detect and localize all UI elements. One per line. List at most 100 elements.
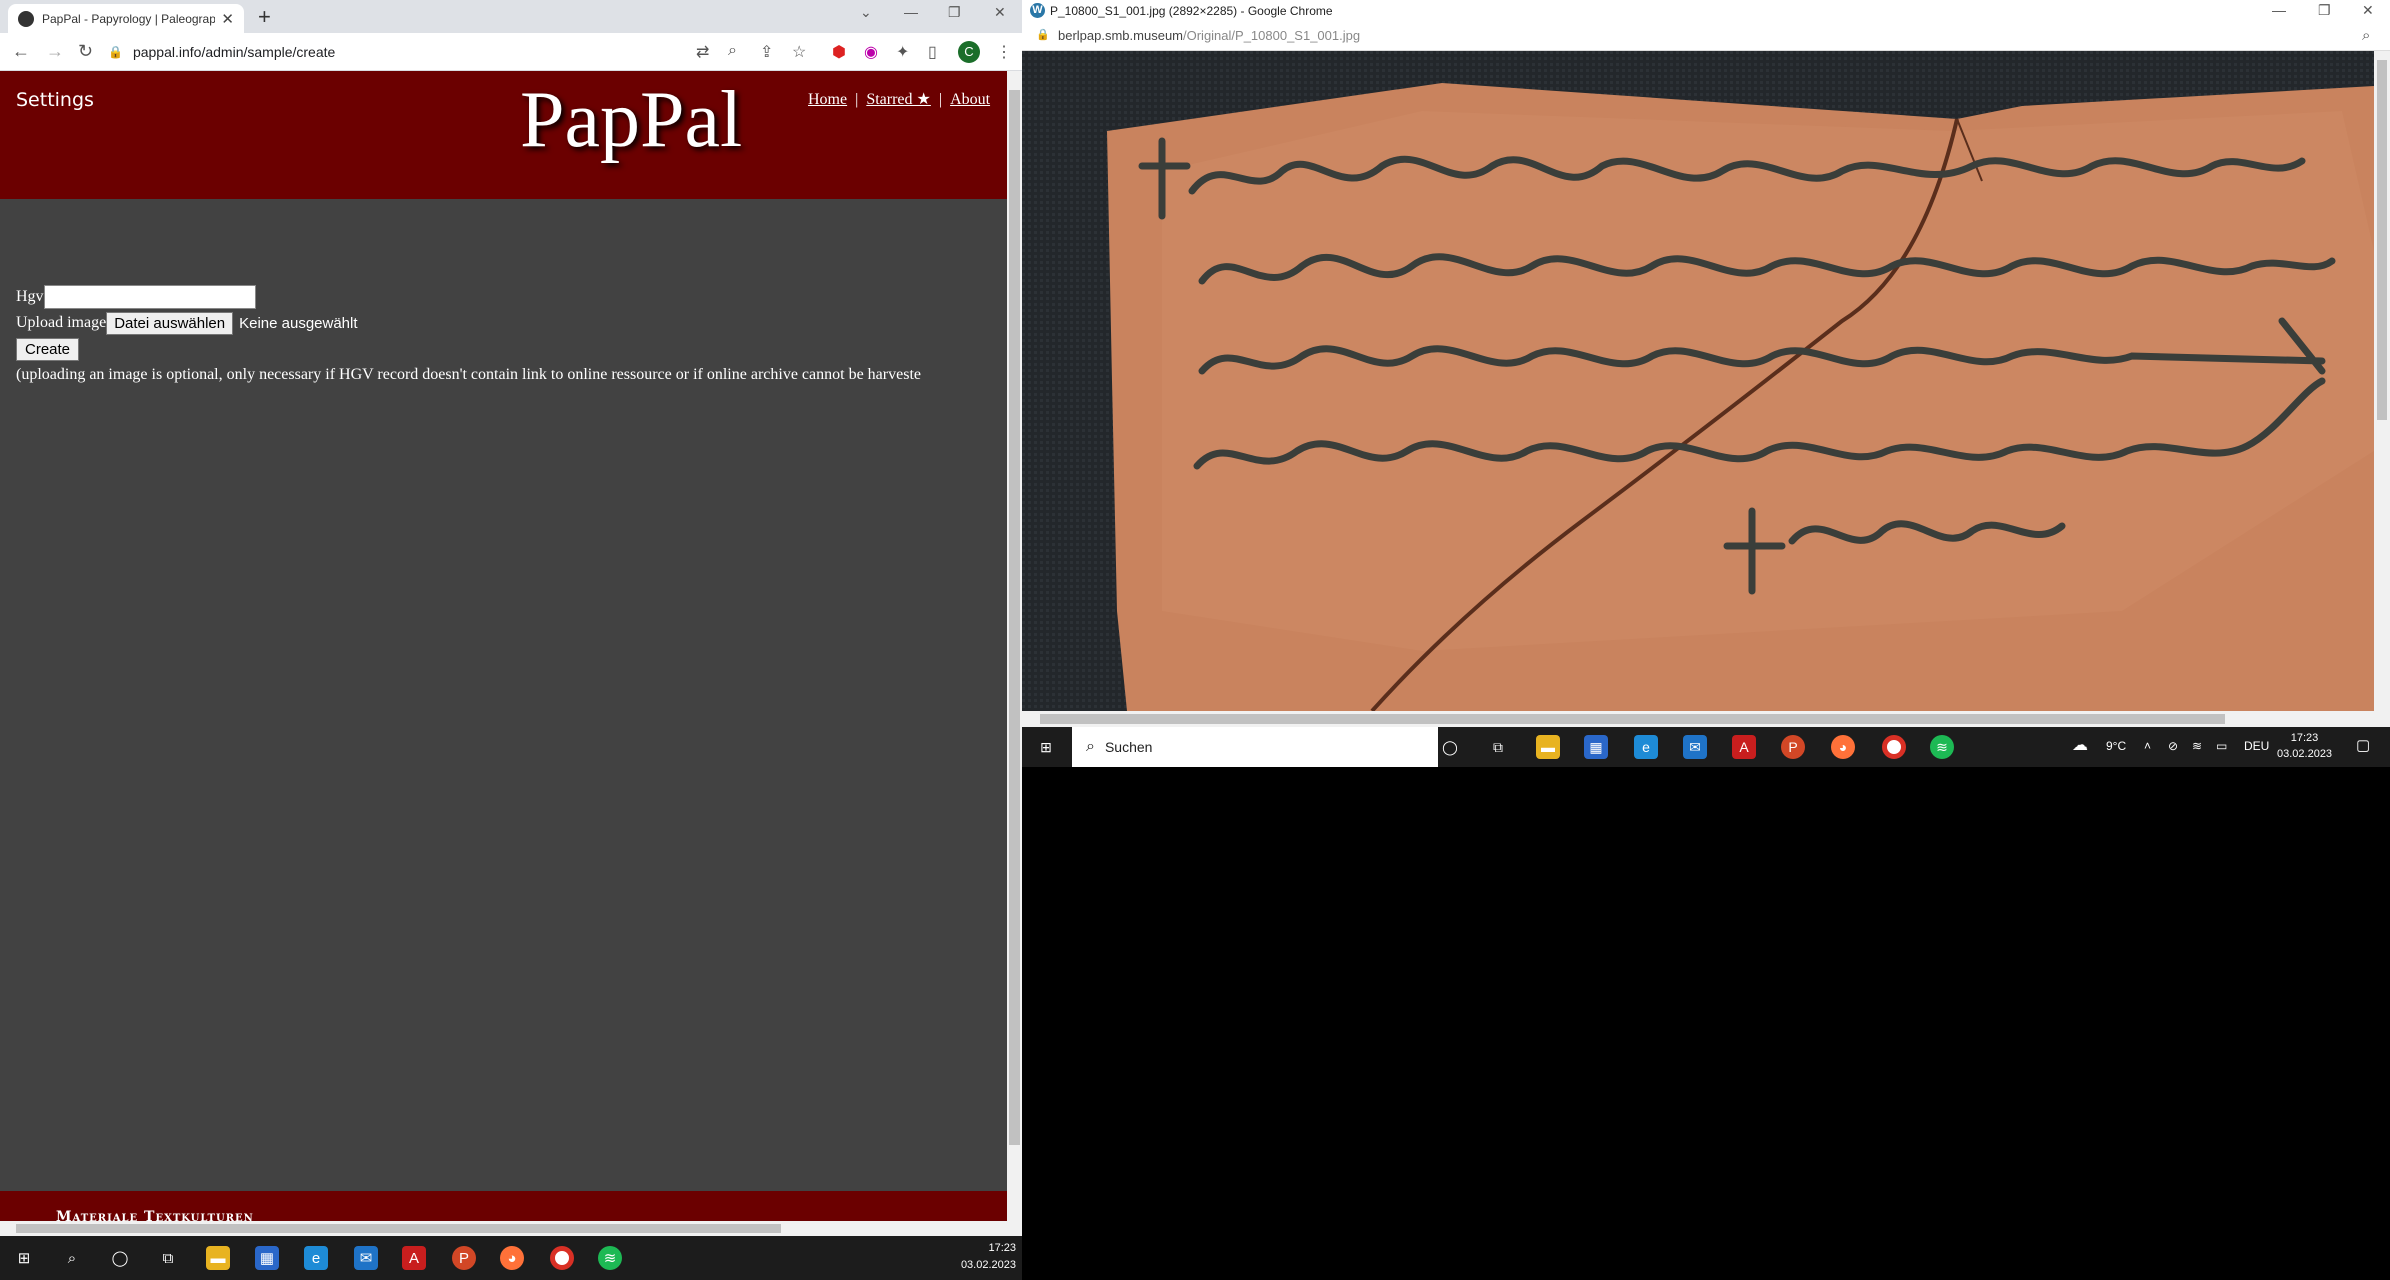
store-icon[interactable]: ▦ <box>255 1246 279 1270</box>
hgv-label: Hgv <box>16 288 44 305</box>
file-status-text: Keine ausgewählt <box>239 314 358 332</box>
mail-icon[interactable]: ✉ <box>354 1246 378 1270</box>
reload-icon[interactable]: ↻ <box>78 41 93 62</box>
extension-purple-icon[interactable]: ◉ <box>864 42 878 62</box>
right-minimize-icon[interactable]: — <box>2272 2 2286 18</box>
share-icon[interactable]: ⇪ <box>760 42 773 62</box>
create-sample-form: Hgv Upload image Datei auswählen Keine a… <box>16 216 921 384</box>
right-spotify-icon[interactable]: ≋ <box>1930 735 1954 759</box>
edge-icon[interactable]: e <box>304 1246 328 1270</box>
taskbar-clock[interactable]: 17:23 03.02.2023 <box>961 1240 1016 1274</box>
taskbar-search-icon: ⌕ <box>1086 738 1095 755</box>
weather-temp[interactable]: 9°C <box>2106 739 2126 753</box>
clock-date: 03.02.2023 <box>960 1259 1016 1271</box>
vertical-scroll-thumb[interactable] <box>1009 90 1020 1145</box>
tray-wifi-icon[interactable]: ≋ <box>2192 739 2202 753</box>
upload-image-label: Upload image <box>16 314 107 331</box>
hgv-input[interactable] <box>43 285 256 309</box>
profile-avatar[interactable]: C <box>958 41 980 63</box>
right-windows-start-icon[interactable]: ⊞ <box>1034 735 1058 759</box>
right-vertical-scroll-thumb[interactable] <box>2377 60 2387 420</box>
right-restore-icon[interactable]: ❐ <box>2318 2 2331 19</box>
spotify-icon[interactable]: ≋ <box>598 1246 622 1270</box>
right-firefox-icon[interactable]: ◕ <box>1831 735 1855 759</box>
notification-icon[interactable]: ▢ <box>2356 736 2370 754</box>
side-panel-icon[interactable]: ▯ <box>928 42 937 62</box>
right-window-titlebar: W P_10800_S1_001.jpg (2892×2285) - Googl… <box>1022 0 2390 22</box>
nav-about-link[interactable]: About <box>950 91 990 108</box>
settings-link[interactable]: Settings <box>16 89 94 111</box>
taskbar-search-box[interactable]: ⌕ Suchen <box>1072 727 1438 767</box>
tray-network-off-icon[interactable]: ⊘ <box>2168 739 2178 753</box>
right-store-icon[interactable]: ▦ <box>1584 735 1608 759</box>
site-header: Settings PapPal Home | Starred ★ | About <box>0 71 1007 199</box>
right-acrobat-icon[interactable]: A <box>1732 735 1756 759</box>
right-edge-icon[interactable]: e <box>1634 735 1658 759</box>
right-cortana-icon[interactable]: ◯ <box>1438 735 1462 759</box>
right-zoom-icon[interactable]: ⌕ <box>2362 27 2370 44</box>
upload-note: (uploading an image is optional, only ne… <box>16 366 921 383</box>
empty-desktop-area <box>1022 767 2390 1280</box>
nav-home-link[interactable]: Home <box>808 91 847 108</box>
tray-chevron-icon[interactable]: ˄ <box>2144 739 2151 753</box>
language-indicator[interactable]: DEU <box>2244 739 2269 753</box>
address-bar[interactable]: 🔒 pappal.info/admin/sample/create <box>108 38 768 66</box>
firefox-icon[interactable]: ◕ <box>500 1246 524 1270</box>
weather-cloud-icon[interactable]: ☁ <box>2072 735 2088 755</box>
right-window-title: P_10800_S1_001.jpg (2892×2285) - Google … <box>1050 4 1333 18</box>
right-lock-icon: 🔒 <box>1036 29 1050 41</box>
right-file-explorer-icon[interactable]: ▬ <box>1536 735 1560 759</box>
close-window-icon[interactable]: ✕ <box>994 4 1006 21</box>
site-logo[interactable]: PapPal <box>520 75 742 166</box>
tab-close-icon[interactable]: ✕ <box>221 10 234 28</box>
restore-icon[interactable]: ❐ <box>948 4 961 21</box>
right-taskbar-clock[interactable]: 17:23 03.02.2023 <box>2277 730 2332 762</box>
extensions-puzzle-icon[interactable]: ✦ <box>896 42 909 62</box>
file-explorer-icon[interactable]: ▬ <box>206 1246 230 1270</box>
back-icon[interactable]: ← <box>12 41 30 62</box>
right-close-icon[interactable]: ✕ <box>2362 2 2374 19</box>
extension-red-icon[interactable]: ⬢ <box>832 42 846 62</box>
right-address-bar[interactable]: 🔒 berlpap.smb.museum/Original/P_10800_S1… <box>1022 22 2390 51</box>
powerpoint-icon[interactable]: P <box>452 1246 476 1270</box>
windows-start-icon[interactable]: ⊞ <box>12 1246 36 1270</box>
minimize-icon[interactable]: — <box>904 4 918 20</box>
tray-battery-icon[interactable]: ▭ <box>2216 739 2227 753</box>
address-text: pappal.info/admin/sample/create <box>132 44 336 60</box>
right-mail-icon[interactable]: ✉ <box>1683 735 1707 759</box>
page-content: Settings PapPal Home | Starred ★ | About Hgv… <box>0 71 1007 1221</box>
right-clock-time: 17:23 <box>2290 732 2319 744</box>
site-footer: Materiale Textkulturen <box>0 1191 1007 1221</box>
taskbar-left: ⊞ ⌕ ◯ ⧉ ▬ ▦ e ✉ A P ◕ ≋ 17:23 03.02.2023 <box>0 1236 1022 1280</box>
cortana-icon[interactable]: ◯ <box>108 1246 132 1270</box>
ostracon-image[interactable] <box>1022 51 2374 711</box>
menu-kebab-icon[interactable]: ⋮ <box>996 42 1012 62</box>
zoom-icon[interactable]: ⌕ <box>728 42 737 60</box>
taskbar-search-placeholder: Suchen <box>1104 739 1153 755</box>
task-view-icon[interactable]: ⧉ <box>156 1246 180 1270</box>
horizontal-scroll-thumb[interactable] <box>16 1224 781 1233</box>
right-horizontal-scroll-thumb[interactable] <box>1040 714 2225 724</box>
tab-pappal[interactable]: PapPal - Papyrology | Paleograph ✕ <box>8 4 244 33</box>
right-url-text: berlpap.smb.museum/Original/P_10800_S1_0… <box>1058 28 1361 43</box>
footer-title: Materiale Textkulturen <box>56 1209 254 1221</box>
nav-starred-link[interactable]: Starred ★ <box>866 91 931 108</box>
left-browser-window: PapPal - Papyrology | Paleograph ✕ + ⌄ —… <box>0 0 1022 1236</box>
search-icon[interactable]: ⌕ <box>60 1246 84 1270</box>
translate-icon[interactable]: ⇄ <box>696 42 709 62</box>
new-tab-icon[interactable]: + <box>258 4 271 30</box>
forward-icon[interactable]: → <box>46 41 64 62</box>
right-clock-date: 03.02.2023 <box>2277 748 2333 760</box>
tab-title: PapPal - Papyrology | Paleograph <box>42 11 216 26</box>
chrome-icon[interactable] <box>550 1246 574 1270</box>
bookmark-star-icon[interactable]: ☆ <box>792 42 806 62</box>
wordpress-favicon-icon: W <box>1030 3 1045 18</box>
tab-search-chevron-icon[interactable]: ⌄ <box>860 4 872 21</box>
choose-file-button[interactable]: Datei auswählen <box>106 311 234 335</box>
right-task-view-icon[interactable]: ⧉ <box>1486 735 1510 759</box>
acrobat-icon[interactable]: A <box>402 1246 426 1270</box>
right-powerpoint-icon[interactable]: P <box>1781 735 1805 759</box>
top-nav: Home | Starred ★ | About <box>808 91 991 108</box>
right-chrome-icon[interactable] <box>1882 735 1906 759</box>
create-button[interactable]: Create <box>16 337 80 361</box>
